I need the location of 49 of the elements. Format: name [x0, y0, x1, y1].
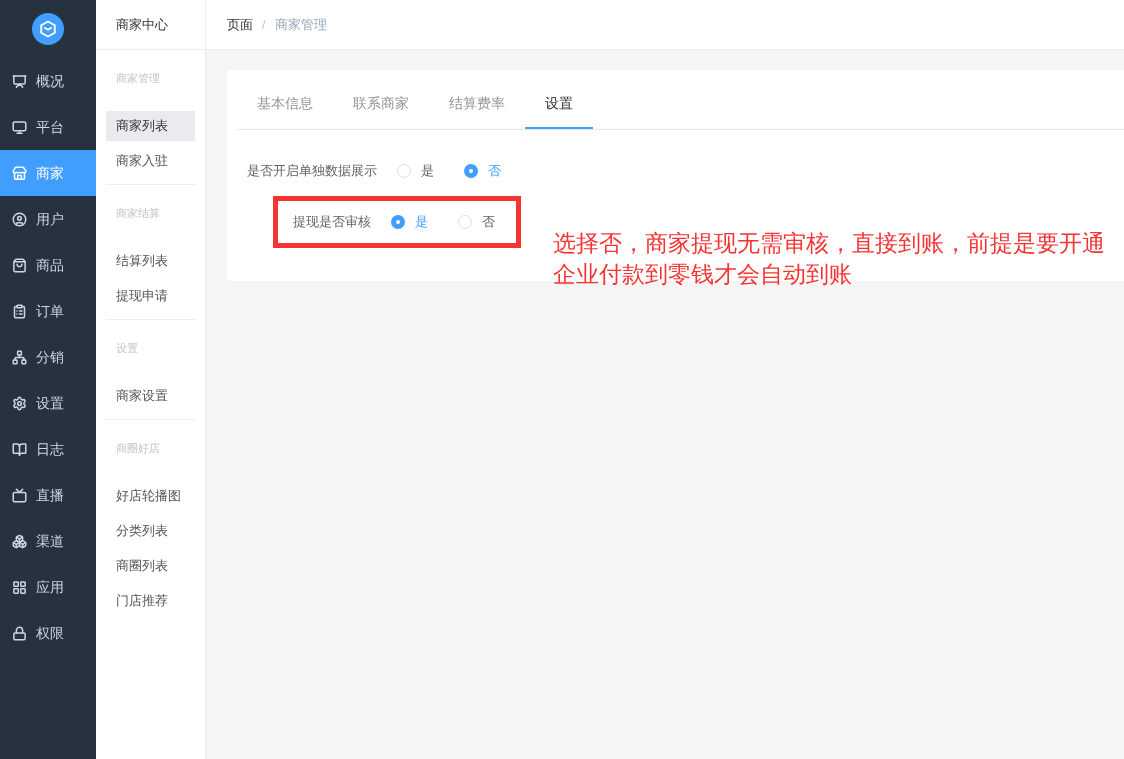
submenu-item[interactable]: 商家入驻: [106, 146, 195, 176]
hierarchy-icon: [12, 349, 27, 365]
lock-icon: [12, 625, 27, 641]
sidebar-item[interactable]: 设置: [0, 380, 96, 426]
sidebar-item[interactable]: 分销: [0, 334, 96, 380]
tv-icon: [12, 487, 27, 503]
tab[interactable]: 设置: [525, 80, 593, 129]
breadcrumb-separator: /: [262, 15, 266, 34]
logo-icon: [32, 13, 64, 45]
clipboard-icon: [12, 303, 27, 319]
submenu-item[interactable]: 提现申请: [106, 281, 195, 311]
bag-icon: [12, 257, 27, 273]
submenu-item[interactable]: 好店轮播图: [106, 481, 195, 511]
sidebar-item[interactable]: 平台: [0, 104, 96, 150]
submenu-item[interactable]: 结算列表: [106, 246, 195, 276]
sidebar-item[interactable]: 直播: [0, 472, 96, 518]
radio-option[interactable]: 是: [397, 161, 434, 181]
radio-button[interactable]: [391, 215, 405, 229]
sidebar-item[interactable]: 应用: [0, 564, 96, 610]
submenu-group-title: 商圈好店: [116, 440, 160, 456]
radio-button[interactable]: [397, 164, 411, 178]
sidebar-item[interactable]: 渠道: [0, 518, 96, 564]
sidebar-item[interactable]: 订单: [0, 288, 96, 334]
cluster-icon: [12, 533, 27, 549]
store-icon: [12, 165, 27, 181]
sidebar-item[interactable]: 权限: [0, 610, 96, 656]
sidebar-item[interactable]: 日志: [0, 426, 96, 472]
submenu-title: 商家中心: [116, 15, 168, 34]
sidebar-item[interactable]: 用户: [0, 196, 96, 242]
radio-button[interactable]: [464, 164, 478, 178]
settings-icon: [12, 395, 27, 411]
submenu-item[interactable]: 商家列表: [106, 111, 195, 141]
radio-option[interactable]: 否: [458, 212, 495, 232]
sidebar-item[interactable]: 商品: [0, 242, 96, 288]
submenu-item[interactable]: 分类列表: [106, 516, 195, 546]
chart-board-icon: [12, 73, 27, 89]
grid-icon: [12, 579, 27, 595]
monitor-icon: [12, 119, 27, 135]
book-icon: [12, 441, 27, 457]
radio-button[interactable]: [458, 215, 472, 229]
sidebar-item[interactable]: 概况: [0, 58, 96, 104]
field-label: 提现是否审核: [293, 213, 371, 232]
submenu-item[interactable]: 商家设置: [106, 381, 195, 411]
submenu-item[interactable]: 门店推荐: [106, 586, 195, 616]
annotation-text: 选择否，商家提现无需审核，直接到账，前提是要开通企业付款到零钱才会自动到账: [553, 229, 1106, 289]
field-label: 是否开启单独数据展示: [247, 162, 377, 181]
user-icon: [12, 211, 27, 227]
submenu-item[interactable]: 商圈列表: [106, 551, 195, 581]
breadcrumb-link[interactable]: 页面: [227, 14, 253, 35]
